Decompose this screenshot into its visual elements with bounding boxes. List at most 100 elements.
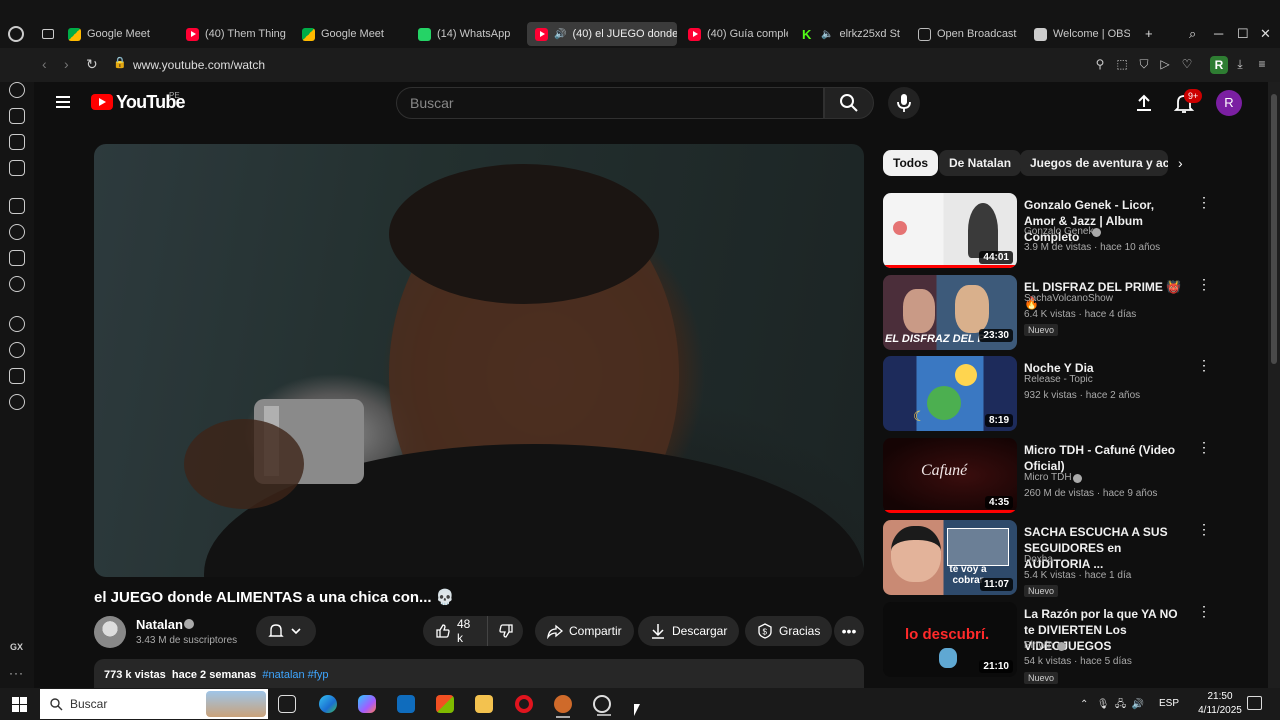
video-thumbnail[interactable]: Cafuné 4:35 — [883, 438, 1017, 513]
download-icon[interactable]: ⤓ — [1233, 57, 1247, 71]
reload-icon[interactable]: ↻ — [86, 56, 98, 73]
tab-welcome-obs[interactable]: Welcome | OBS — [1034, 22, 1130, 46]
voice-search-button[interactable] — [888, 87, 920, 119]
forward-icon[interactable]: › — [64, 56, 69, 72]
system-tray-icons[interactable]: ⌃ 🎙 🖧 🔊 — [1080, 697, 1144, 714]
clock-time[interactable]: 21:50 — [1200, 691, 1240, 702]
twitch-icon[interactable] — [9, 250, 25, 266]
recommendation-channel[interactable]: Pinwin — [1024, 640, 1053, 651]
edge-icon[interactable] — [319, 695, 337, 713]
clock-icon[interactable] — [9, 342, 25, 358]
chevron-up-icon[interactable]: ⌃ — [1080, 699, 1088, 710]
recommendation-item[interactable]: ☾ 8:19 Noche Y Dia Release - Topic 932 k… — [883, 356, 1211, 432]
task-view-icon[interactable] — [278, 695, 296, 713]
notification-center-icon[interactable] — [1247, 696, 1262, 710]
scrollbar[interactable] — [1268, 82, 1280, 688]
new-tab-icon[interactable]: + — [1145, 26, 1153, 41]
chip-category[interactable]: Juegos de aventura y acci — [1020, 150, 1168, 176]
heart-icon[interactable]: ♡ — [1180, 57, 1194, 71]
recommendation-channel[interactable]: Release - Topic — [1024, 374, 1093, 385]
speaker-icon[interactable]: 🔊 — [554, 29, 566, 40]
recommendation-channel[interactable]: Gonzalo Genek — [1024, 226, 1094, 237]
recommendation-title[interactable]: Micro TDH - Cafuné (Video Oficial) — [1024, 442, 1184, 474]
chip-todos[interactable]: Todos — [883, 150, 939, 176]
recommendation-item[interactable]: EL DISFRAZ DEL P 23:30 EL DISFRAZ DEL PR… — [883, 275, 1211, 351]
profile-icon[interactable]: R — [1210, 56, 1228, 74]
aria-icon[interactable] — [9, 198, 25, 214]
channel-name[interactable]: Natalan — [136, 617, 183, 632]
search-button[interactable] — [824, 87, 874, 119]
chatgpt-icon[interactable] — [9, 224, 25, 240]
player-icon[interactable]: ▷ — [1158, 57, 1172, 71]
taskbar-search-input[interactable]: Buscar — [40, 689, 268, 719]
more-icon[interactable]: ··· — [9, 666, 24, 680]
chevron-right-icon[interactable]: › — [1178, 155, 1183, 171]
more-vertical-icon[interactable]: ⋮ — [1197, 277, 1211, 291]
more-vertical-icon[interactable]: ⋮ — [1197, 522, 1211, 536]
tab-google-meet-1[interactable]: Google Meet — [68, 22, 168, 46]
extensions-icon[interactable] — [9, 368, 25, 384]
bag-icon[interactable] — [9, 108, 25, 124]
video-thumbnail[interactable]: ☾ 8:19 — [883, 356, 1017, 431]
gx-label[interactable]: GX — [10, 642, 23, 652]
recommendation-channel[interactable]: Doxha — [1024, 554, 1053, 565]
subscription-bell-button[interactable] — [256, 616, 316, 646]
thanks-button[interactable]: $ Gracias — [745, 616, 833, 646]
video-thumbnail[interactable]: 44:01 — [883, 193, 1017, 268]
notes-icon[interactable] — [9, 134, 25, 150]
more-actions-button[interactable]: ••• — [834, 616, 864, 646]
snapshot-icon[interactable]: ⬚ — [1115, 57, 1129, 71]
account-avatar[interactable]: R — [1216, 90, 1242, 116]
settings-icon[interactable] — [9, 394, 25, 410]
recommendation-item[interactable]: lo descubrí. 21:10 La Razón por la que Y… — [883, 602, 1211, 686]
network-icon[interactable]: 🖧 — [1115, 699, 1126, 710]
upload-icon[interactable] — [1135, 94, 1153, 112]
like-button[interactable]: 48 k — [423, 616, 487, 646]
search-input[interactable]: Buscar — [396, 87, 824, 119]
pin-icon[interactable]: ⚲ — [1093, 57, 1107, 71]
recommendation-title[interactable]: Gonzalo Genek - Licor, Amor & Jazz | Alb… — [1024, 197, 1184, 245]
chip-channel[interactable]: De Natalan — [939, 150, 1022, 176]
tab-obs[interactable]: Open Broadcast — [918, 22, 1018, 46]
tab-google-meet-2[interactable]: Google Meet — [302, 22, 402, 46]
scrollbar-thumb[interactable] — [1271, 94, 1277, 364]
maximize-icon[interactable]: ☐ — [1237, 26, 1249, 42]
tab-kick[interactable]: K 🔈 elrkz25xd St — [802, 22, 902, 46]
opera-logo-icon[interactable] — [8, 26, 24, 42]
shield-icon[interactable]: ⛉ — [1137, 57, 1151, 71]
description-box[interactable]: 773 k vistas hace 2 semanas #natalan #fy… — [94, 659, 864, 689]
dislike-button[interactable] — [487, 616, 523, 646]
recommendation-item[interactable]: te voy a cobrar 11:07 SACHA ESCUCHA A SU… — [883, 520, 1211, 597]
microphone-icon[interactable]: 🎙 — [1097, 699, 1110, 710]
obs-taskbar-icon[interactable] — [554, 695, 572, 718]
minimize-icon[interactable]: ─ — [1214, 26, 1223, 41]
more-vertical-icon[interactable]: ⋮ — [1197, 604, 1211, 618]
recommendation-item[interactable]: 44:01 Gonzalo Genek - Licor, Amor & Jazz… — [883, 193, 1211, 269]
share-button[interactable]: Compartir — [535, 616, 634, 646]
recommendation-item[interactable]: Cafuné 4:35 Micro TDH - Cafuné (Video Of… — [883, 438, 1211, 514]
volume-icon[interactable]: 🔊 — [1132, 699, 1144, 710]
more-vertical-icon[interactable]: ⋮ — [1197, 358, 1211, 372]
channel-avatar[interactable] — [94, 616, 126, 648]
whatsapp-icon[interactable] — [9, 276, 25, 292]
tab-youtube-active[interactable]: 🔊 (40) el JUEGO donde — [527, 22, 677, 46]
download-button[interactable]: Descargar — [638, 616, 740, 646]
file-explorer-icon[interactable] — [475, 695, 493, 713]
windows-start-icon[interactable] — [12, 697, 27, 712]
player-sidebar-icon[interactable] — [9, 316, 25, 332]
back-icon[interactable]: ‹ — [42, 56, 47, 72]
translate-icon[interactable] — [9, 160, 25, 176]
url-field[interactable]: www.youtube.com/watch — [133, 58, 265, 72]
video-player[interactable] — [94, 144, 864, 577]
youtube-logo-icon[interactable] — [91, 94, 113, 110]
outlook-icon[interactable] — [397, 695, 415, 713]
tab-whatsapp[interactable]: (14) WhatsApp — [418, 22, 518, 46]
history-icon[interactable] — [9, 82, 25, 98]
recommendation-channel[interactable]: SachaVolcanoShow — [1024, 293, 1113, 304]
tab-youtube-1[interactable]: (40) Them Thing — [186, 22, 286, 46]
easy-setup-icon[interactable]: ≡ — [1255, 57, 1269, 71]
menu-icon[interactable] — [56, 96, 70, 108]
close-icon[interactable]: ✕ — [1260, 26, 1271, 42]
copilot-icon[interactable] — [358, 695, 376, 713]
opera-icon[interactable] — [515, 695, 533, 713]
